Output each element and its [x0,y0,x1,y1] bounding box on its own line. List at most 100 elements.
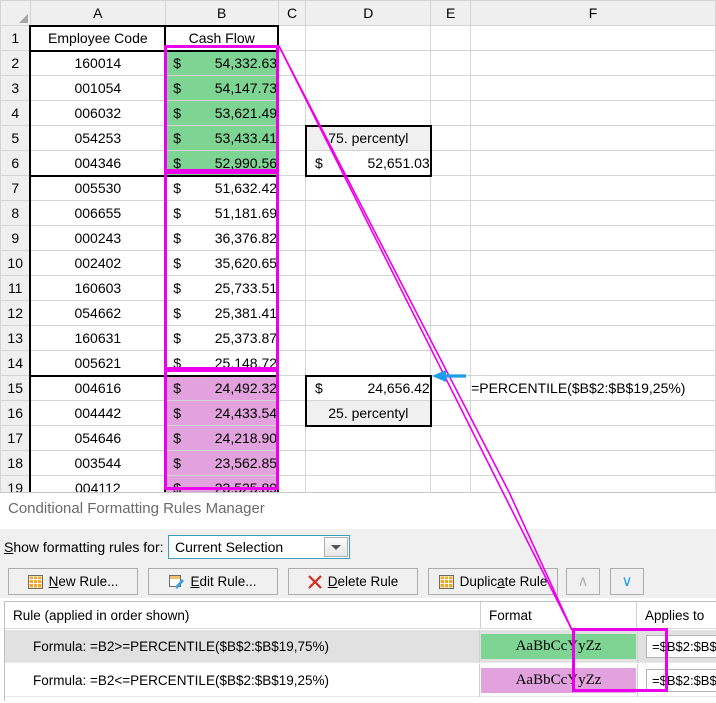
cell-d5-percentile75-label[interactable]: 75. percentyl [304,124,432,151]
cell-c15[interactable] [277,375,307,401]
cell-e6[interactable] [430,150,472,176]
cell-c17[interactable] [277,425,307,451]
column-header-b[interactable]: B [164,0,279,26]
row-header-15[interactable]: 15 [0,375,31,401]
cell-f3[interactable] [470,75,716,101]
cell-c10[interactable] [277,250,307,276]
format-preview[interactable]: AaBbCcYyZz [481,634,636,659]
row-header-6[interactable]: 6 [0,150,31,176]
cell-a5[interactable]: 054253 [29,125,167,151]
cell-e15[interactable] [430,375,472,401]
cell-e16[interactable] [430,400,472,426]
cell-f17[interactable] [470,425,716,451]
cell-c1[interactable] [277,25,307,51]
row-header-9[interactable]: 9 [0,225,31,251]
cell-b17[interactable]: $24,218.90 [164,425,280,451]
new-rule-button[interactable]: New Rule... [8,568,138,595]
row-header-18[interactable]: 18 [0,450,31,476]
cell-b6[interactable]: $52,990.56 [164,150,280,177]
cell-a2[interactable]: 160014 [29,49,167,76]
cell-c18[interactable] [277,450,307,476]
cell-c8[interactable] [277,200,307,226]
cell-c14[interactable] [277,350,307,376]
cell-e10[interactable] [430,250,472,276]
cell-c16[interactable] [277,400,307,426]
chevron-down-icon[interactable] [324,537,348,557]
cell-f15-formula-annotation[interactable]: =PERCENTILE($B$2:$B$19,25%) [470,375,716,401]
cell-f12[interactable] [470,300,716,326]
cell-d4[interactable] [305,100,432,126]
cell-a18[interactable]: 003544 [29,450,167,476]
cell-b5[interactable]: $53,433.41 [164,125,280,151]
row-header-7[interactable]: 7 [0,175,31,201]
cell-a3[interactable]: 001054 [29,75,167,101]
cell-e11[interactable] [430,275,472,301]
cell-b11[interactable]: $25,733.51 [164,275,280,301]
cell-d7[interactable] [305,175,432,201]
row-header-4[interactable]: 4 [0,100,31,126]
row-header-8[interactable]: 8 [0,200,31,226]
cell-c12[interactable] [277,300,307,326]
cell-a10[interactable]: 002402 [29,250,167,276]
rules-table-row[interactable]: Formula: =B2>=PERCENTILE($B$2:$B$19,75%)… [5,630,716,663]
cell-c9[interactable] [277,225,307,251]
cell-f8[interactable] [470,200,716,226]
cell-c7[interactable] [277,175,307,201]
cell-d2[interactable] [305,50,432,76]
applies-to-field[interactable]: =$B$2:$B$19 [646,635,716,658]
row-header-17[interactable]: 17 [0,425,31,451]
cell-f4[interactable] [470,100,716,126]
cell-d6-percentile75-value[interactable]: $52,651.03 [304,150,432,177]
cell-f18[interactable] [470,450,716,476]
cell-d13[interactable] [305,325,432,351]
cell-d14[interactable] [305,350,432,376]
cell-a15[interactable]: 004616 [29,374,167,401]
cell-c4[interactable] [277,100,307,126]
cell-f5[interactable] [470,125,716,151]
cell-c3[interactable] [277,75,307,101]
cell-a12[interactable]: 054662 [29,300,167,326]
cell-e8[interactable] [430,200,472,226]
cell-b12[interactable]: $25,381.41 [164,300,280,326]
cell-e9[interactable] [430,225,472,251]
cell-d10[interactable] [305,250,432,276]
rules-table-row[interactable]: Formula: =B2<=PERCENTILE($B$2:$B$19,25%)… [5,664,716,697]
cell-d16-percentile25-label[interactable]: 25. percentyl [304,400,432,427]
cell-a4[interactable]: 006032 [29,100,167,126]
row-header-14[interactable]: 14 [0,350,31,376]
cell-e13[interactable] [430,325,472,351]
cell-b8[interactable]: $51,181.69 [164,200,280,226]
column-header-a[interactable]: A [29,0,166,26]
row-header-2[interactable]: 2 [0,50,31,76]
rules-table[interactable]: Rule (applied in order shown) Format App… [4,601,716,701]
cell-b10[interactable]: $35,620.65 [164,250,280,276]
cell-f13[interactable] [470,325,716,351]
cell-c6[interactable] [277,150,307,176]
cell-a14[interactable]: 005621 [29,350,167,377]
cell-a6[interactable]: 004346 [29,150,167,177]
cell-f11[interactable] [470,275,716,301]
cell-e14[interactable] [430,350,472,376]
cell-d17[interactable] [305,425,432,451]
cell-c5[interactable] [277,125,307,151]
row-header-3[interactable]: 3 [0,75,31,101]
column-header-c[interactable]: C [277,0,307,26]
cell-b13[interactable]: $25,373.87 [164,325,280,351]
cell-a13[interactable]: 160631 [29,325,167,351]
cell-d18[interactable] [305,450,432,476]
cell-b2[interactable]: $54,332.63 [164,49,280,76]
cell-b15[interactable]: $24,492.32 [164,374,280,401]
cell-c11[interactable] [277,275,307,301]
row-header-5[interactable]: 5 [0,125,31,151]
cell-b18[interactable]: $23,562.85 [164,450,280,476]
cell-f1[interactable] [470,25,716,51]
row-header-16[interactable]: 16 [0,400,31,426]
edit-rule-button[interactable]: Edit Rule... [148,568,278,595]
scope-dropdown[interactable]: Current Selection [168,535,350,559]
format-preview[interactable]: AaBbCcYyZz [481,668,636,693]
cell-d15-percentile25-value[interactable]: $24,656.42 [304,374,432,401]
cell-e17[interactable] [430,425,472,451]
cell-e2[interactable] [430,50,472,76]
cell-e12[interactable] [430,300,472,326]
duplicate-rule-button[interactable]: Duplicate Rule [428,568,558,595]
